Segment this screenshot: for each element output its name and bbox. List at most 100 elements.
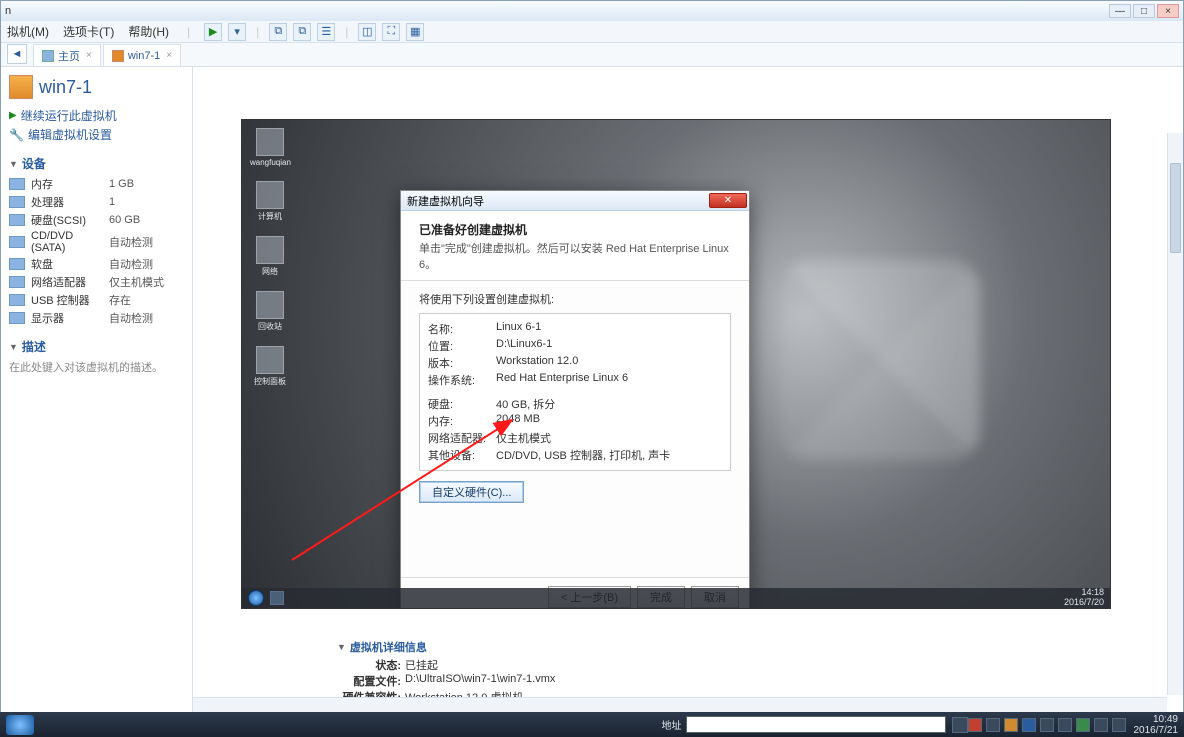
scrollbar-thumb[interactable] (1170, 163, 1181, 253)
vm-details-section: ▼ 虚拟机详细信息 状态:已挂起 配置文件:D:\UltraISO\win7-1… (337, 639, 555, 705)
guest-taskbar-ie-icon[interactable] (270, 591, 284, 605)
toolbar-multimon-icon[interactable]: ▦ (406, 23, 424, 41)
tray-icon[interactable] (986, 718, 1000, 732)
address-label: 地址 (662, 717, 682, 732)
window-close[interactable]: × (1157, 4, 1179, 18)
device-cpu[interactable]: 处理器1 (9, 194, 184, 210)
device-disk[interactable]: 硬盘(SCSI)60 GB (9, 212, 184, 228)
wrench-icon: 🔧 (9, 128, 24, 142)
chevron-down-icon: ▼ (9, 342, 18, 352)
tray-icon[interactable] (1058, 718, 1072, 732)
window-maximize[interactable]: □ (1133, 4, 1155, 18)
disc-icon (9, 236, 25, 248)
host-clock[interactable]: 10:49 2016/7/21 (1134, 714, 1179, 736)
toolbar-dropdown-icon[interactable]: ▾ (228, 23, 246, 41)
device-cddvd[interactable]: CD/DVD (SATA)自动检测 (9, 230, 184, 254)
wizard-close-button[interactable]: ✕ (709, 193, 747, 208)
wizard-summary-box: 名称:Linux 6-1 位置:D:\Linux6-1 版本:Workstati… (419, 313, 731, 471)
memory-icon (9, 178, 25, 190)
toolbar-fullscreen-icon[interactable]: ⛶ (382, 23, 400, 41)
description-section-header[interactable]: ▼ 描述 (9, 338, 184, 355)
device-network[interactable]: 网络适配器仅主机模式 (9, 274, 184, 290)
play-icon: ▶ (9, 110, 17, 121)
desktop-icon[interactable]: wangfuqian (250, 128, 290, 167)
wizard-titlebar[interactable]: 新建虚拟机向导 ✕ (401, 191, 749, 211)
chevron-down-icon: ▼ (337, 642, 346, 652)
toolbar-clone-icon[interactable]: ⧉ (293, 23, 311, 41)
close-tab-icon[interactable]: × (166, 50, 172, 61)
address-go-icon[interactable] (952, 717, 968, 733)
tray-icon[interactable] (1094, 718, 1108, 732)
desktop-icon[interactable]: 回收站 (250, 291, 290, 332)
wizard-heading: 已准备好创建虚拟机 (419, 221, 731, 238)
window-minimize[interactable]: — (1109, 4, 1131, 18)
devices-list: 内存1 GB 处理器1 硬盘(SCSI)60 GB CD/DVD (SATA)自… (9, 176, 184, 326)
description-placeholder[interactable]: 在此处键入对该虚拟机的描述。 (9, 359, 184, 375)
sidebar: win7-1 ▶ 继续运行此虚拟机 🔧 编辑虚拟机设置 ▼ 设备 内存1 GB … (1, 67, 193, 713)
new-vm-wizard-dialog: 新建虚拟机向导 ✕ 已准备好创建虚拟机 单击"完成"创建虚拟机。然后可以安装 R… (400, 190, 750, 609)
wizard-intro: 将使用下列设置创建虚拟机: (419, 291, 731, 307)
device-display[interactable]: 显示器自动检测 (9, 310, 184, 326)
folder-icon (256, 128, 284, 156)
guest-start-button[interactable] (248, 590, 264, 606)
menu-help[interactable]: 帮助(H) (128, 23, 169, 40)
device-memory[interactable]: 内存1 GB (9, 176, 184, 192)
vmware-main-window: n — □ × 拟机(M) 选项卡(T) 帮助(H) | ▶ ▾ | ⧉ ⧉ ☰… (0, 0, 1184, 712)
host-start-button[interactable] (6, 715, 34, 735)
tray-icon[interactable] (1076, 718, 1090, 732)
network-icon (256, 236, 284, 264)
usb-icon (9, 294, 25, 306)
device-usb[interactable]: USB 控制器存在 (9, 292, 184, 308)
edit-vm-settings-link[interactable]: 🔧 编辑虚拟机设置 (9, 126, 184, 143)
menu-vm[interactable]: 拟机(M) (7, 23, 49, 40)
resume-vm-link[interactable]: ▶ 继续运行此虚拟机 (9, 107, 184, 124)
vertical-scrollbar[interactable] (1167, 133, 1183, 695)
network-icon (9, 276, 25, 288)
panel-icon (256, 346, 284, 374)
toolbar-unity-icon[interactable]: ◫ (358, 23, 376, 41)
tray-icon[interactable] (1040, 718, 1054, 732)
host-taskbar: 地址 10:49 2016/7/21 (0, 712, 1184, 737)
close-tab-icon[interactable]: × (86, 50, 92, 61)
tray-icon[interactable] (968, 718, 982, 732)
titlebar: n — □ × (1, 1, 1183, 21)
toolbar-manager-icon[interactable]: ☰ (317, 23, 335, 41)
main-area: wangfuqian 计算机 网络 回收站 控制面板 新建虚拟机向导 ✕ 已准备… (193, 67, 1183, 713)
tray-icon[interactable] (1004, 718, 1018, 732)
guest-clock: 14:18 2016/7/20 (1064, 588, 1104, 608)
tabstrip: ◄ 主页 × win7-1 × (1, 43, 1183, 67)
app-title: n (5, 5, 11, 17)
toolbar-play-icon[interactable]: ▶ (204, 23, 222, 41)
chevron-down-icon: ▼ (9, 159, 18, 169)
guest-desktop-preview: wangfuqian 计算机 网络 回收站 控制面板 新建虚拟机向导 ✕ 已准备… (241, 119, 1111, 609)
toolbar-snapshot-icon[interactable]: ⧉ (269, 23, 287, 41)
cpu-icon (9, 196, 25, 208)
tab-vm-win7-1[interactable]: win7-1 × (103, 44, 181, 66)
menu-tabs[interactable]: 选项卡(T) (63, 23, 114, 40)
tab-home[interactable]: 主页 × (33, 44, 101, 66)
menubar: 拟机(M) 选项卡(T) 帮助(H) | ▶ ▾ | ⧉ ⧉ ☰ | ◫ ⛶ ▦ (1, 21, 1183, 43)
display-icon (9, 312, 25, 324)
devices-section-header[interactable]: ▼ 设备 (9, 155, 184, 172)
desktop-icon[interactable]: 控制面板 (250, 346, 290, 387)
vm-title: win7-1 (9, 75, 184, 99)
floppy-icon (9, 258, 25, 270)
customize-hardware-button[interactable]: 自定义硬件(C)... (419, 481, 524, 503)
system-tray (968, 718, 1126, 732)
desktop-icon[interactable]: 网络 (250, 236, 290, 277)
address-input[interactable] (686, 716, 946, 733)
computer-icon (256, 181, 284, 209)
nav-back-icon[interactable]: ◄ (7, 44, 27, 64)
device-floppy[interactable]: 软盘自动检测 (9, 256, 184, 272)
vm-large-icon (9, 75, 33, 99)
horizontal-scrollbar[interactable] (193, 697, 1167, 713)
tray-volume-icon[interactable] (1112, 718, 1126, 732)
windows-logo-icon (780, 260, 980, 460)
vm-details-header[interactable]: ▼ 虚拟机详细信息 (337, 639, 555, 655)
tray-icon[interactable] (1022, 718, 1036, 732)
home-icon (42, 50, 54, 62)
vm-icon (112, 50, 124, 62)
desktop-icon[interactable]: 计算机 (250, 181, 290, 222)
wizard-subheading: 单击"完成"创建虚拟机。然后可以安装 Red Hat Enterprise Li… (419, 240, 731, 272)
guest-taskbar: 14:18 2016/7/20 (242, 588, 1110, 608)
